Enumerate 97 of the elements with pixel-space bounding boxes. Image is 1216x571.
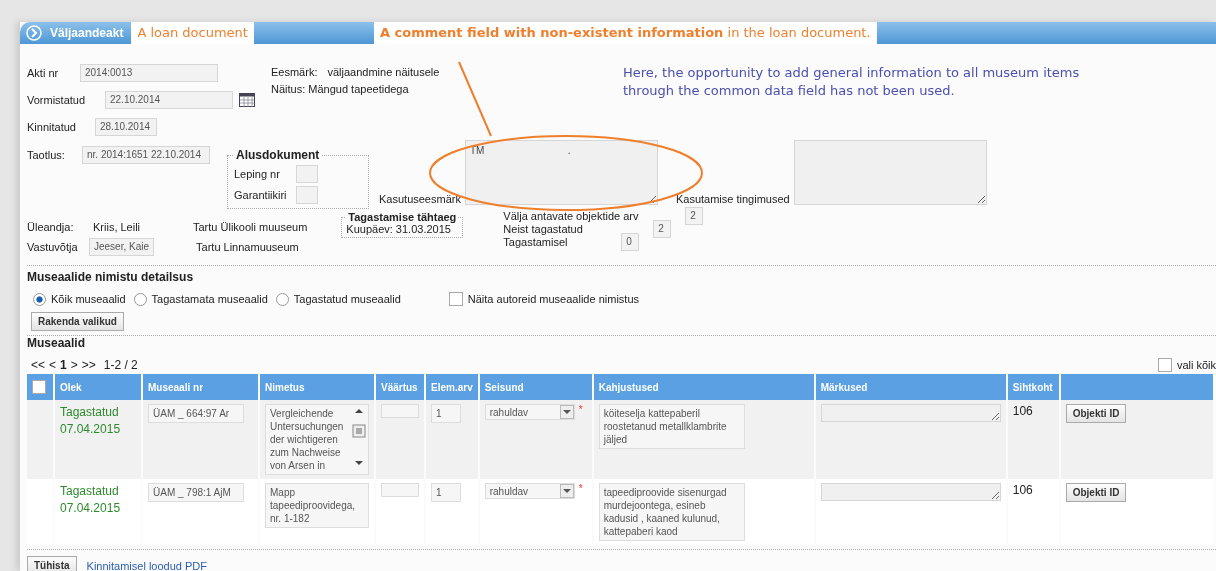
apply-button[interactable]: Rakenda valikud (31, 312, 124, 331)
object-id-button[interactable]: Objekti ID (1065, 483, 1127, 502)
destination-text: 106 (1012, 404, 1033, 418)
status-text: Tagastatud (60, 483, 120, 500)
checkbox-label: Näita autoreid museaalide nimistus (467, 293, 639, 305)
text-field[interactable]: ÜAM _ 798:1 AjM (148, 483, 244, 502)
field-label: Kasutuseesmärk (379, 193, 461, 205)
caret-icon (559, 405, 574, 419)
column-header: Nimetus (260, 374, 374, 400)
chevron-icon[interactable] (26, 25, 42, 41)
required-mark: * (578, 404, 583, 415)
checkbox[interactable] (448, 292, 463, 306)
column-header: Elem.arv (426, 374, 478, 400)
count-field[interactable]: 2 (653, 219, 672, 238)
required-mark: * (578, 483, 583, 494)
count-label: Neist tagastatud (503, 222, 584, 235)
pager-link[interactable]: 1 (60, 358, 67, 372)
text-field[interactable] (296, 186, 318, 204)
panel-title: Väljaandeakt (50, 26, 124, 40)
radio-button[interactable] (133, 292, 147, 306)
radio-button[interactable] (33, 292, 46, 306)
name-field[interactable]: Mapp tapeediproovidega, nr. 1-182 (265, 483, 369, 528)
column-header: Väärtus (376, 374, 424, 400)
annotation-label: A loan document (131, 22, 254, 44)
field-label: Garantiikiri (234, 189, 288, 201)
page-range: 1-2 / 2 (103, 358, 138, 372)
field-label: Vastuvõtja (27, 241, 79, 253)
institution-name: Tartu Linnamuuseum (196, 241, 299, 253)
field-label: Vormistatud (27, 94, 87, 106)
pager-link[interactable]: < (49, 358, 57, 372)
radio-button[interactable] (275, 292, 289, 306)
remarks-field[interactable] (820, 483, 1001, 501)
scrollbar-icon[interactable] (352, 407, 366, 467)
text-field[interactable] (296, 165, 318, 183)
purpose-value: väljaandmine näitusele (327, 66, 440, 78)
field-label: Leping nr (234, 168, 281, 180)
condition-select[interactable]: rahuldav (484, 404, 575, 420)
column-header: Sihtkoht (1007, 374, 1059, 400)
radio-label: Tagastatud museaalid (293, 293, 401, 305)
purpose-label: Eesmärk: (271, 66, 318, 78)
name-field[interactable]: Vergleichende Untersuchungen der wichtigeren zum Nachweise von Arsen in (265, 404, 369, 475)
column-header: Seisund (479, 374, 592, 400)
field-label: Kinnitatud (27, 121, 77, 133)
radio-label: Kõik museaalid (51, 293, 126, 305)
count-field[interactable]: 0 (621, 232, 640, 251)
status-text: Tagastatud (60, 404, 120, 421)
fieldset-legend: Tagastamise tähtaeg (346, 211, 459, 223)
field-label: Kasutamise tingimused (675, 193, 790, 205)
annotation-note: Here, the opportunity to add general information to all museum items through the common data field has not been used. (623, 64, 1081, 100)
comment-field[interactable] (793, 140, 987, 205)
destination-text: 106 (1012, 483, 1033, 497)
checkbox-label: vali kõik (1176, 359, 1216, 371)
text-field[interactable]: 1 (431, 483, 461, 502)
pager-link[interactable]: << (31, 358, 45, 372)
condition-select[interactable]: rahuldav (484, 483, 575, 499)
column-header: Museaali nr (143, 374, 258, 400)
section-title: Museaalid (27, 336, 87, 350)
status-date: 07.04.2015 (60, 500, 122, 517)
text-field[interactable]: 1 (431, 404, 461, 423)
column-header: Kahjustused (593, 374, 814, 400)
exhibition-text: Näitus: Mängud tapeetidega (271, 83, 410, 95)
deadline-text: Kuupäev: 31.03.2015 (346, 223, 451, 235)
institution-name: Tartu Ülikooli muuseum (193, 221, 308, 233)
pager-link[interactable]: >> (81, 358, 96, 372)
pager-link[interactable]: > (70, 358, 78, 372)
text-field[interactable] (381, 404, 419, 418)
text-field[interactable]: 28.10.2014 (95, 118, 157, 136)
pdf-link[interactable]: Kinnitamisel loodud PDF (86, 559, 207, 571)
field-label: Akti nr (27, 67, 60, 79)
count-label: Tagastamisel (503, 235, 569, 248)
checkbox[interactable] (32, 380, 46, 394)
text-field[interactable]: Jeeser, Kaie (89, 238, 155, 256)
text-field[interactable]: 22.10.2014 (105, 91, 233, 109)
section-title: Museaalide nimistu detailsus (27, 270, 195, 284)
column-header: Märkused (815, 374, 1006, 400)
person-name: Kriis, Leili (93, 221, 142, 233)
status-date: 07.04.2015 (60, 421, 122, 438)
text-field[interactable]: ÜAM _ 664:97 Ar (148, 404, 244, 423)
caret-icon (559, 484, 574, 498)
damage-field[interactable]: köiteselja kattepaberil roostetanud metallklambrite jäljed (598, 404, 745, 449)
fieldset-legend: Alusdokument (234, 148, 322, 162)
remarks-field[interactable] (820, 404, 1001, 422)
text-field[interactable] (381, 483, 419, 497)
radio-label: Tagastamata museaalid (151, 293, 268, 305)
count-label: Välja antavate objektide arv (503, 209, 640, 222)
checkbox[interactable] (1157, 358, 1172, 372)
column-header: Olek (55, 374, 141, 400)
text-field[interactable]: nr. 2014:1651 22.10.2014 (82, 146, 210, 164)
calendar-icon[interactable] (239, 93, 255, 107)
annotation-callout: A comment field with non-existent information in the loan document. (373, 22, 877, 44)
object-id-button[interactable]: Objekti ID (1065, 404, 1127, 423)
text-field[interactable]: 2014:0013 (80, 64, 218, 82)
count-field[interactable]: 2 (685, 206, 704, 225)
field-label: Taotlus: (27, 149, 66, 161)
damage-field[interactable]: tapeediproovide sisenurgad murdejoontega, esineb kadusid , kaaned kulunud, kattepaberi kaod (598, 483, 745, 541)
field-label: Üleandja: (27, 221, 75, 233)
cancel-button[interactable]: Tühista (27, 556, 77, 571)
